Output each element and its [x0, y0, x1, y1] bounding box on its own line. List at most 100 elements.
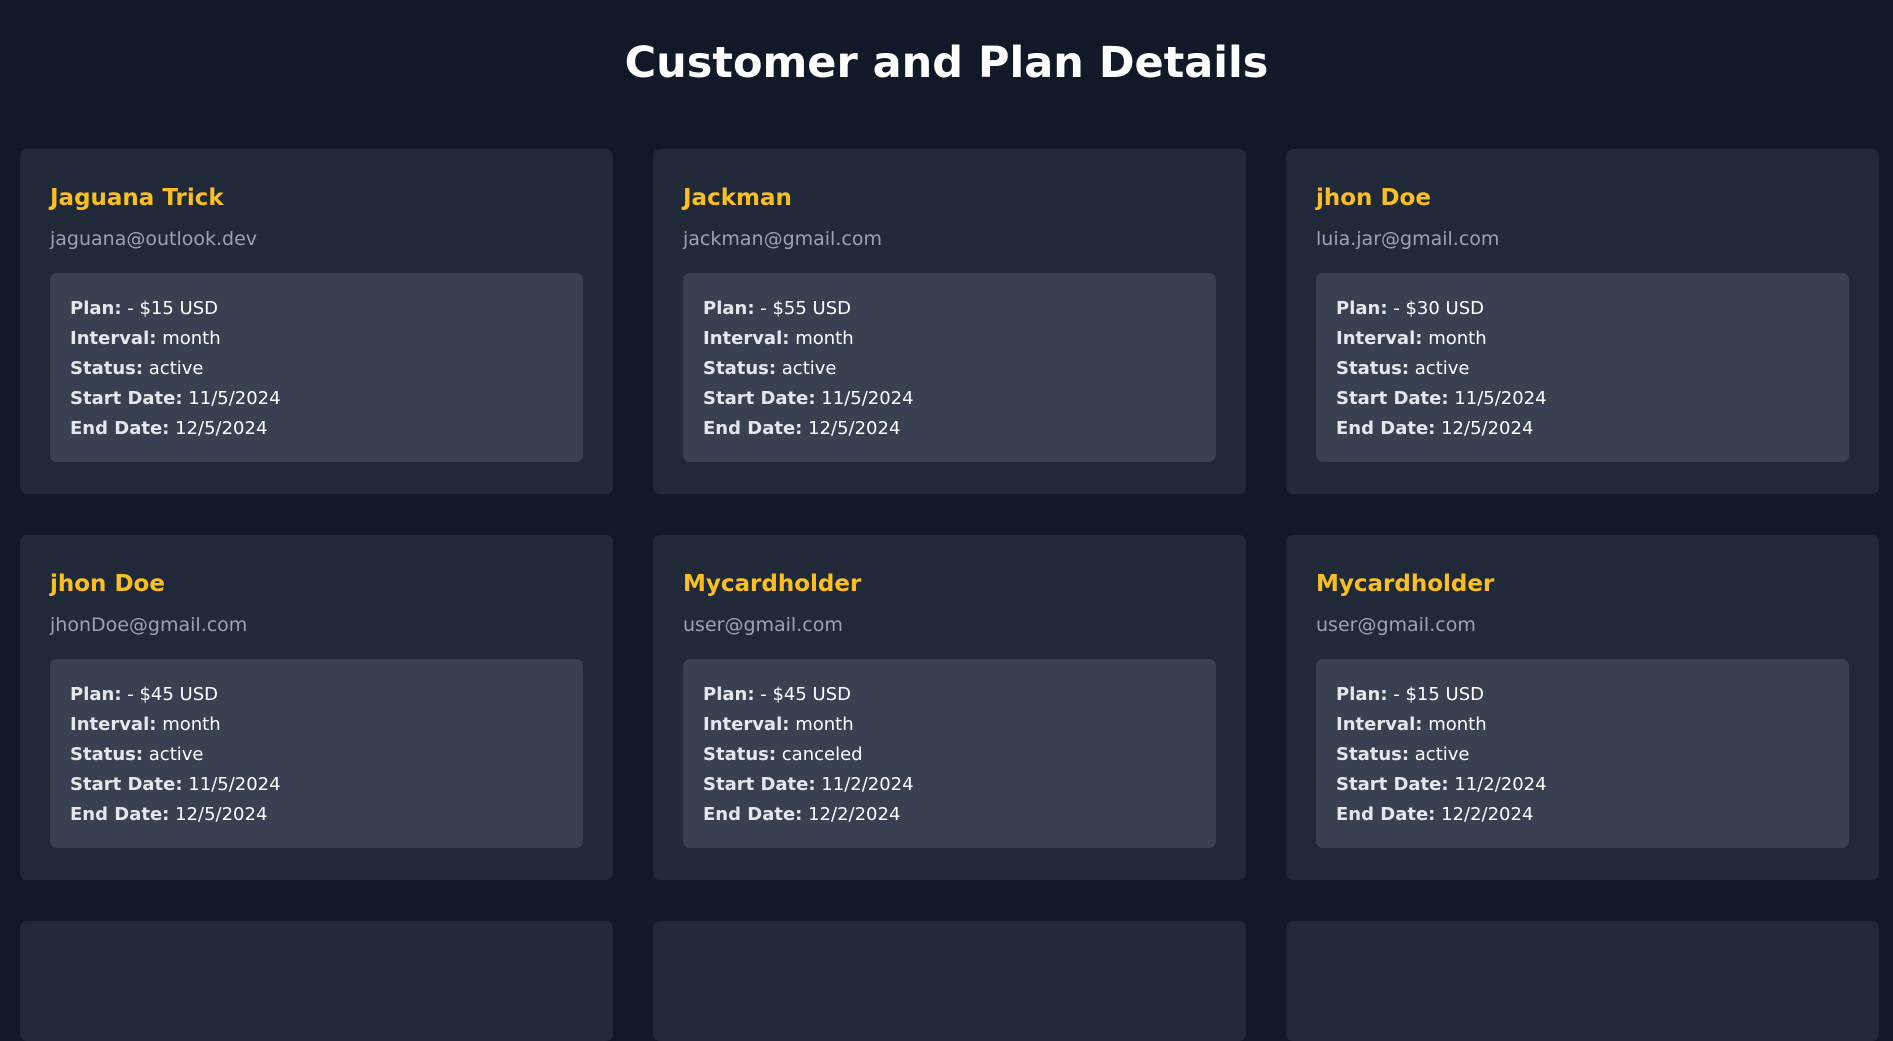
plan-details: Plan: - $15 USD Interval: month Status: … [50, 273, 583, 462]
status-label: Status: [703, 358, 777, 379]
status-row: Status: canceled [703, 740, 1196, 770]
status-label: Status: [1336, 744, 1410, 765]
status-value: canceled [781, 744, 863, 765]
interval-row: Interval: month [1336, 324, 1829, 354]
plan-value: - $30 USD [1393, 298, 1485, 319]
customer-email: jaguana@outlook.dev [50, 228, 258, 250]
plan-row: Plan: - $15 USD [1336, 680, 1829, 710]
customer-card: Jaguana Trick jaguana@outlook.dev Plan: … [20, 149, 613, 494]
plan-label: Plan: [70, 298, 122, 319]
interval-label: Interval: [70, 714, 157, 735]
interval-row: Interval: month [1336, 710, 1829, 740]
start-date-row: Start Date: 11/5/2024 [70, 384, 563, 414]
plan-value: - $45 USD [760, 684, 852, 705]
customer-name: Jackman [683, 185, 792, 211]
customer-email: user@gmail.com [683, 614, 843, 636]
interval-value: month [795, 714, 854, 735]
end-date-label: End Date: [1336, 418, 1436, 439]
start-date-label: Start Date: [1336, 388, 1449, 409]
end-date-value: 12/5/2024 [175, 804, 268, 825]
interval-row: Interval: month [70, 710, 563, 740]
plan-row: Plan: - $45 USD [70, 680, 563, 710]
customer-card-partial [20, 921, 613, 1041]
status-label: Status: [1336, 358, 1410, 379]
plan-label: Plan: [703, 298, 755, 319]
customer-card: jhon Doe jhonDoe@gmail.com Plan: - $45 U… [20, 535, 613, 880]
status-value: active [148, 358, 204, 379]
plan-label: Plan: [70, 684, 122, 705]
start-date-value: 11/2/2024 [821, 774, 914, 795]
customer-card: jhon Doe luia.jar@gmail.com Plan: - $30 … [1286, 149, 1879, 494]
start-date-row: Start Date: 11/2/2024 [1336, 770, 1829, 800]
status-value: active [148, 744, 204, 765]
plan-details: Plan: - $15 USD Interval: month Status: … [1316, 659, 1849, 848]
status-value: active [781, 358, 837, 379]
customer-email: jhonDoe@gmail.com [50, 614, 248, 636]
plan-value: - $15 USD [1393, 684, 1485, 705]
plan-row: Plan: - $55 USD [703, 294, 1196, 324]
customer-email: jackman@gmail.com [683, 228, 882, 250]
customer-name: jhon Doe [1316, 185, 1431, 211]
plan-label: Plan: [1336, 684, 1388, 705]
interval-row: Interval: month [703, 710, 1196, 740]
end-date-row: End Date: 12/5/2024 [703, 414, 1196, 444]
customer-card-partial [1286, 921, 1879, 1041]
interval-label: Interval: [70, 328, 157, 349]
plan-details: Plan: - $55 USD Interval: month Status: … [683, 273, 1216, 462]
customer-name: Mycardholder [683, 571, 862, 597]
start-date-label: Start Date: [703, 388, 816, 409]
start-date-value: 11/2/2024 [1454, 774, 1547, 795]
plan-row: Plan: - $15 USD [70, 294, 563, 324]
end-date-value: 12/5/2024 [175, 418, 268, 439]
plan-details: Plan: - $30 USD Interval: month Status: … [1316, 273, 1849, 462]
start-date-row: Start Date: 11/5/2024 [70, 770, 563, 800]
plan-row: Plan: - $45 USD [703, 680, 1196, 710]
customer-card: Mycardholder user@gmail.com Plan: - $15 … [1286, 535, 1879, 880]
customer-grid: Jaguana Trick jaguana@outlook.dev Plan: … [20, 149, 1879, 1041]
interval-value: month [795, 328, 854, 349]
status-row: Status: active [70, 354, 563, 384]
plan-details: Plan: - $45 USD Interval: month Status: … [50, 659, 583, 848]
end-date-value: 12/5/2024 [1441, 418, 1534, 439]
start-date-row: Start Date: 11/5/2024 [703, 384, 1196, 414]
status-row: Status: active [70, 740, 563, 770]
status-value: active [1414, 358, 1470, 379]
end-date-value: 12/2/2024 [1441, 804, 1534, 825]
start-date-value: 11/5/2024 [1454, 388, 1547, 409]
status-label: Status: [70, 744, 144, 765]
end-date-label: End Date: [70, 418, 170, 439]
customer-name: Mycardholder [1316, 571, 1495, 597]
plan-label: Plan: [703, 684, 755, 705]
end-date-row: End Date: 12/5/2024 [70, 800, 563, 830]
end-date-label: End Date: [703, 804, 803, 825]
end-date-label: End Date: [70, 804, 170, 825]
end-date-row: End Date: 12/2/2024 [703, 800, 1196, 830]
plan-value: - $45 USD [127, 684, 219, 705]
end-date-value: 12/2/2024 [808, 804, 901, 825]
status-label: Status: [703, 744, 777, 765]
plan-row: Plan: - $30 USD [1336, 294, 1829, 324]
customer-name: jhon Doe [50, 571, 165, 597]
interval-value: month [162, 714, 221, 735]
status-value: active [1414, 744, 1470, 765]
start-date-label: Start Date: [70, 774, 183, 795]
start-date-value: 11/5/2024 [188, 774, 281, 795]
interval-label: Interval: [1336, 328, 1423, 349]
status-row: Status: active [703, 354, 1196, 384]
customer-card: Jackman jackman@gmail.com Plan: - $55 US… [653, 149, 1246, 494]
interval-label: Interval: [703, 714, 790, 735]
plan-details: Plan: - $45 USD Interval: month Status: … [683, 659, 1216, 848]
plan-value: - $15 USD [127, 298, 219, 319]
end-date-label: End Date: [703, 418, 803, 439]
customer-email: user@gmail.com [1316, 614, 1476, 636]
status-row: Status: active [1336, 740, 1829, 770]
customer-email: luia.jar@gmail.com [1316, 228, 1500, 250]
start-date-row: Start Date: 11/2/2024 [703, 770, 1196, 800]
interval-label: Interval: [703, 328, 790, 349]
end-date-row: End Date: 12/5/2024 [1336, 414, 1829, 444]
start-date-label: Start Date: [1336, 774, 1449, 795]
start-date-label: Start Date: [703, 774, 816, 795]
status-label: Status: [70, 358, 144, 379]
plan-value: - $55 USD [760, 298, 852, 319]
interval-row: Interval: month [703, 324, 1196, 354]
